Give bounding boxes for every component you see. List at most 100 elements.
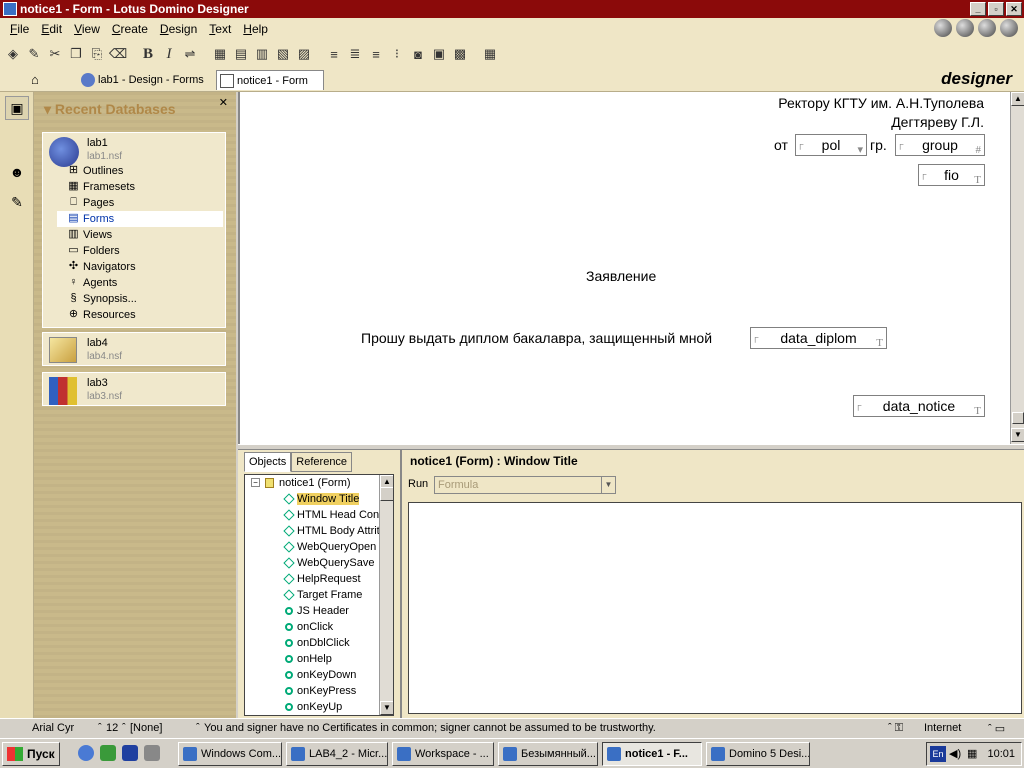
browser-icon[interactable] [1000,19,1018,37]
copy-icon[interactable]: ❐ [67,45,85,63]
format-painter-icon[interactable]: ⌫ [109,45,127,63]
status-location[interactable]: Internet [924,722,961,734]
field-data-diplom[interactable]: ┌ data_diplom T [750,327,887,349]
status-font[interactable]: Arial Cyr [32,722,74,734]
volume-icon[interactable]: ◀) [949,743,961,765]
field-pol[interactable]: ┌ pol ▾ [795,134,867,156]
taskbar-button[interactable]: Domino 5 Desi... [706,742,810,766]
design-item-agents[interactable]: ♀ Agents [57,275,223,291]
design-item-resources[interactable]: ⊕ Resources [57,307,223,323]
scroll-down-icon[interactable]: ▼ [380,701,393,715]
menu-help[interactable]: Help [237,22,274,36]
event-target-frame[interactable]: Target Frame [245,587,393,603]
inbox-icon[interactable]: ˆ ▭ [988,722,1005,735]
event-onkeyup[interactable]: onKeyUp [245,699,393,715]
status-size[interactable]: 12 [106,722,118,734]
taskbar-button[interactable]: Windows Com... [178,742,282,766]
taskbar-button[interactable]: Безымянный... [498,742,598,766]
event-js-header[interactable]: JS Header [245,603,393,619]
globe-icon[interactable] [956,19,974,37]
event-onkeypress[interactable]: onKeyPress [245,683,393,699]
tree-root[interactable]: − notice1 (Form) [245,475,393,491]
save-icon[interactable]: ◈ [4,45,22,63]
section-icon[interactable]: ▥ [253,45,271,63]
design-item-synopsis[interactable]: § Synopsis... [57,291,223,307]
restore-button[interactable]: ▫ [988,2,1004,16]
save-icon[interactable] [122,745,138,761]
run-language-select[interactable]: Formula ▼ [434,476,616,494]
permanent-pen-icon[interactable]: ⇌ [181,45,199,63]
start-button[interactable]: Пуск [2,742,60,766]
menu-design[interactable]: Design [154,22,203,36]
event-ondblclick[interactable]: onDblClick [245,635,393,651]
language-indicator[interactable]: En [930,746,946,762]
event-onkeydown[interactable]: onKeyDown [245,667,393,683]
db-lab4[interactable]: lab4 lab4.nsf [42,332,226,366]
edit-icon[interactable]: ✎ [25,45,43,63]
tab-objects[interactable]: Objects [244,452,292,472]
event-html-head-con[interactable]: HTML Head Con [245,507,393,523]
browser-icon[interactable] [978,19,996,37]
ie-icon[interactable] [78,745,94,761]
align-left-icon[interactable]: ≡ [325,45,343,63]
formula-editor[interactable] [408,502,1022,714]
field-fio[interactable]: ┌ fio T [918,164,985,186]
scroll-up-icon[interactable]: ▲ [1011,92,1024,106]
tab-notice1-form[interactable]: notice1 - Form ✕ [216,70,324,107]
scroll-thumb[interactable] [380,487,393,501]
db-lab3[interactable]: lab3 lab3.nsf [42,372,226,406]
bold-button[interactable]: B [139,45,157,63]
design-item-pages[interactable]: ⎕ Pages [57,195,223,211]
design-item-outlines[interactable]: ⊞ Outlines [57,163,223,179]
event-onhelp[interactable]: onHelp [245,651,393,667]
event-helprequest[interactable]: HelpRequest [245,571,393,587]
tab-reference[interactable]: Reference [291,452,353,472]
bookmark-icon[interactable]: ▣ [5,96,29,120]
bullets-icon[interactable]: ⁝ [388,45,406,63]
people-icon[interactable]: ☻ [5,160,29,184]
design-item-forms[interactable]: ▤ Forms [57,211,223,227]
db-lab1[interactable]: lab1 lab1.nsf ⊞ Outlines ▦ Framesets ⎕ Pages ▤… [42,132,226,328]
event-html-body-attrit[interactable]: HTML Body Attrit [245,523,393,539]
page-icon[interactable]: ▩ [451,45,469,63]
status-message[interactable]: You and signer have no Certificates in c… [204,722,656,734]
button-icon[interactable]: ▨ [295,45,313,63]
field-icon[interactable]: ▦ [211,45,229,63]
embedded-element-icon[interactable]: ◙ [409,45,427,63]
align-right-icon[interactable]: ≡ [367,45,385,63]
recent-databases-heading[interactable]: ▾ Recent Databases [44,101,176,118]
grid-icon[interactable]: ▦ [481,45,499,63]
tab-lab1-design-forms[interactable]: lab1 - Design - Forms [78,70,204,90]
paste-icon[interactable]: ⎘ [88,45,106,63]
hotspot-icon[interactable]: ▧ [274,45,292,63]
menu-edit[interactable]: Edit [35,22,68,36]
clock[interactable]: 10:01 [987,743,1015,765]
globe-icon[interactable] [934,19,952,37]
image-icon[interactable]: ▣ [430,45,448,63]
menu-text[interactable]: Text [203,22,237,36]
field-group[interactable]: ┌ group # [895,134,985,156]
taskbar-button[interactable]: notice1 - F... [602,742,702,766]
chevron-down-icon[interactable]: ▼ [601,477,615,493]
field-data-notice[interactable]: ┌ data_notice T [853,395,985,417]
minimize-button[interactable]: _ [970,2,986,16]
menu-create[interactable]: Create [106,22,154,36]
location-icon[interactable]: ˆ ⚿ [888,722,903,735]
design-item-views[interactable]: ▥ Views [57,227,223,243]
design-item-navigators[interactable]: ✣ Navigators [57,259,223,275]
italic-button[interactable]: I [160,45,178,63]
event-window-title[interactable]: Window Title [245,491,393,507]
close-button[interactable]: ✕ [1006,2,1022,16]
scroll-down-icon[interactable]: ▼ [1011,428,1024,442]
collapse-icon[interactable]: − [251,478,260,487]
menu-view[interactable]: View [68,22,106,36]
close-pane-icon[interactable]: ✕ [219,96,228,109]
event-webqueryopen[interactable]: WebQueryOpen [245,539,393,555]
scroll-thumb[interactable] [1012,412,1024,424]
align-center-icon[interactable]: ≣ [346,45,364,63]
taskbar-button[interactable]: Workspace - ... [392,742,494,766]
notes-icon[interactable]: ✎ [5,190,29,214]
menu-file[interactable]: File [4,22,35,36]
event-onclick[interactable]: onClick [245,619,393,635]
event-webquerysave[interactable]: WebQuerySave [245,555,393,571]
